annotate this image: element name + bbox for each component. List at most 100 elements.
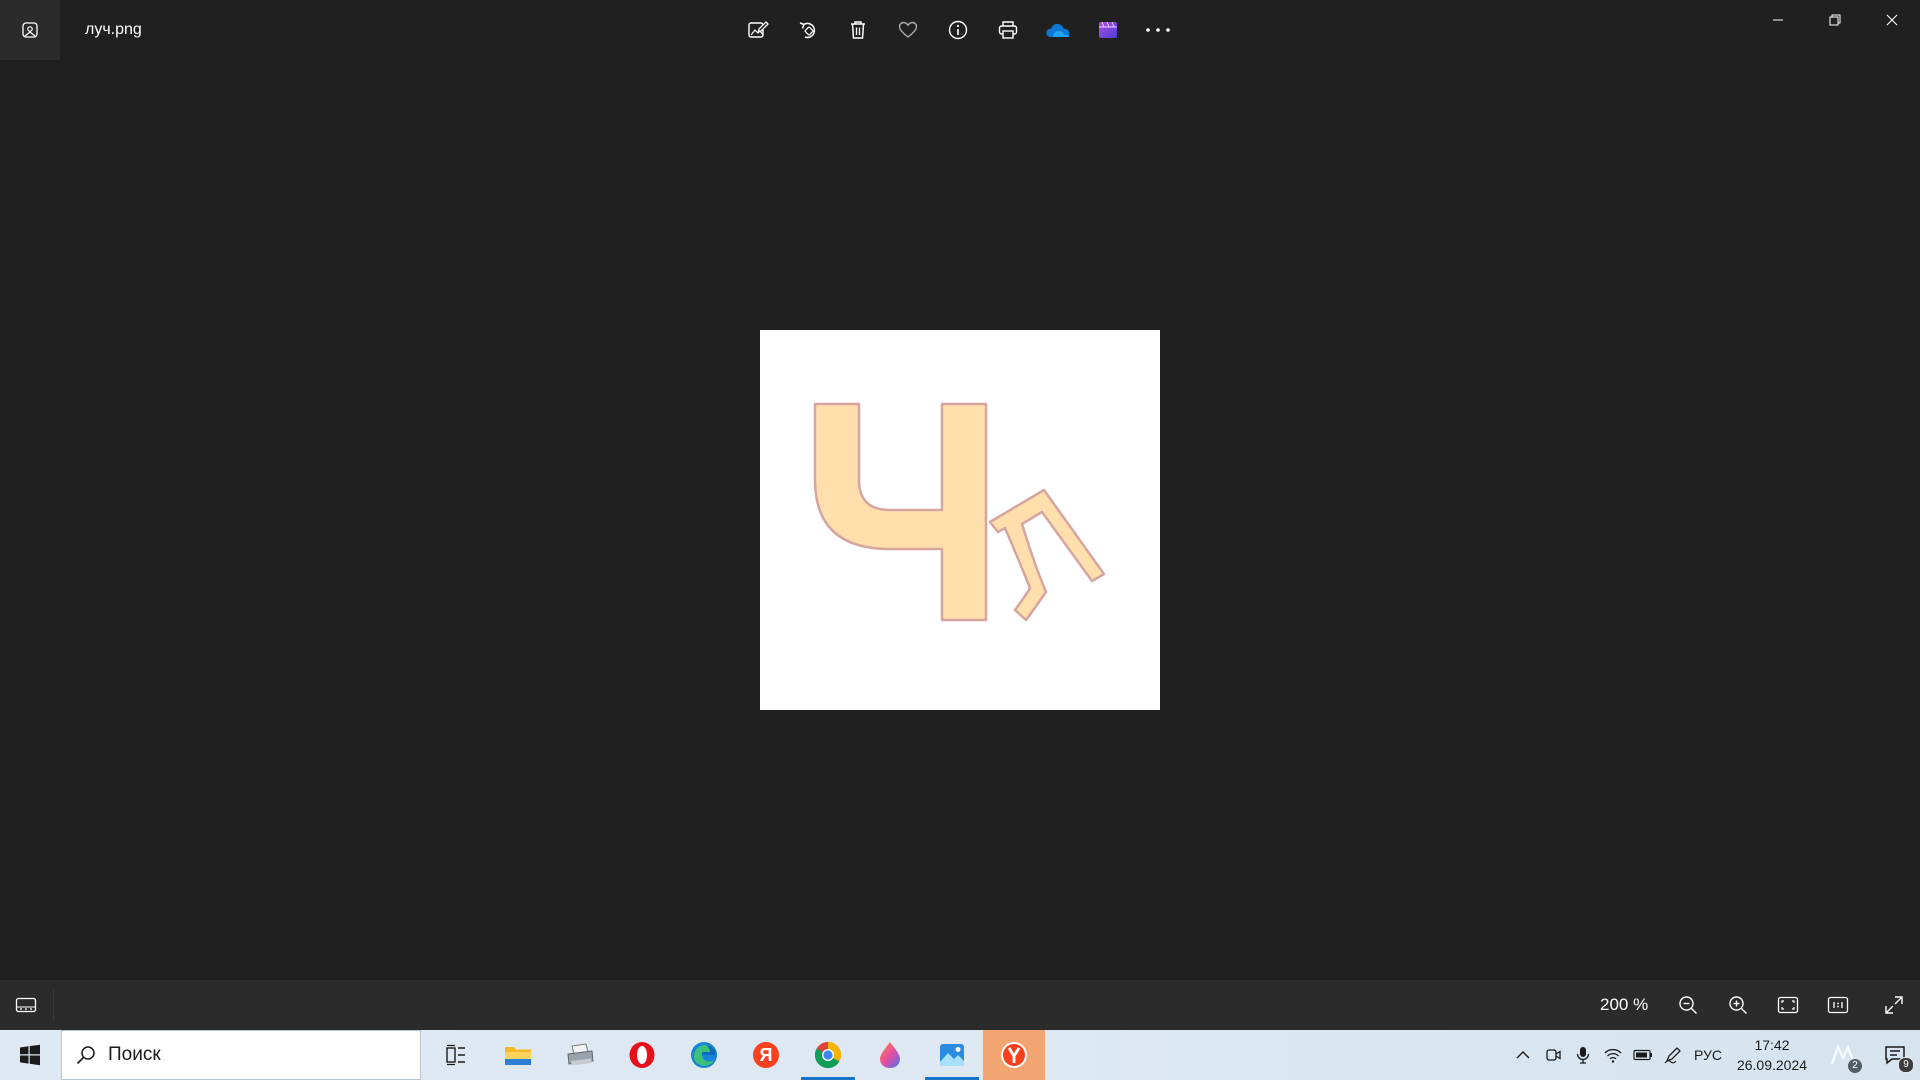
displayed-image[interactable]: [760, 330, 1160, 710]
delete-button[interactable]: [838, 10, 878, 50]
window-controls: [1749, 0, 1920, 40]
edge-button[interactable]: [673, 1030, 735, 1080]
task-view-icon: [446, 1044, 465, 1066]
camera-icon: [1546, 1049, 1561, 1061]
filmstrip-icon: [15, 997, 37, 1013]
more-icon: [1146, 28, 1170, 32]
yandex-button[interactable]: Я: [735, 1030, 797, 1080]
restore-button[interactable]: [1806, 0, 1863, 40]
actual-size-button[interactable]: [1818, 985, 1858, 1025]
search-input[interactable]: [106, 1043, 390, 1067]
zoom-out-icon: [1679, 996, 1698, 1015]
microphone-tray-button[interactable]: [1568, 1030, 1598, 1080]
close-icon: [1886, 14, 1897, 26]
clock[interactable]: 17:42 26.09.2024: [1732, 1035, 1812, 1075]
task-view-button[interactable]: [425, 1030, 487, 1080]
clock-date: 26.09.2024: [1736, 1057, 1808, 1073]
yandex-browser-button[interactable]: [983, 1030, 1045, 1080]
delete-icon: [851, 21, 865, 39]
system-tray: РУС 17:42 26.09.2024 2 9: [1508, 1030, 1920, 1080]
close-button[interactable]: [1863, 0, 1920, 40]
zoom-controls: [1668, 985, 1868, 1025]
title-bar: луч.png: [0, 0, 1920, 60]
restore-icon: [1829, 14, 1840, 26]
edge-icon: [691, 1042, 717, 1068]
clock-time: 17:42: [1754, 1037, 1790, 1053]
print-button[interactable]: [988, 10, 1028, 50]
more-options-button[interactable]: [1138, 10, 1178, 50]
minimize-icon: [1772, 19, 1783, 21]
windows-logo-icon: [20, 1044, 40, 1066]
chrome-icon: [814, 1041, 842, 1069]
printer-app-icon: [567, 1043, 594, 1066]
chrome-button[interactable]: [797, 1030, 859, 1080]
printer-app-button[interactable]: [549, 1030, 611, 1080]
glyph-che: [813, 402, 988, 622]
info-button[interactable]: [938, 10, 978, 50]
rotate-button[interactable]: [788, 10, 828, 50]
back-to-gallery-button[interactable]: [0, 0, 60, 60]
zoom-in-button[interactable]: [1718, 985, 1758, 1025]
zoom-out-button[interactable]: [1668, 985, 1708, 1025]
battery-icon: [1633, 1049, 1652, 1061]
yandex-browser-icon: [1001, 1042, 1027, 1068]
fit-icon: [1777, 996, 1799, 1014]
meet-now-button[interactable]: 2: [1820, 1030, 1870, 1080]
photos-icon: [940, 1044, 964, 1066]
status-bar: 200 %: [0, 980, 1920, 1030]
info-icon: [948, 20, 968, 40]
taskbar: Я: [0, 1030, 1920, 1080]
pinned-apps: Я: [425, 1030, 1045, 1080]
minimize-button[interactable]: [1749, 0, 1806, 40]
expand-icon: [1885, 996, 1903, 1014]
zoom-in-icon: [1729, 996, 1748, 1015]
input-language[interactable]: РУС: [1694, 1047, 1722, 1063]
edit-image-button[interactable]: [738, 10, 778, 50]
fit-to-window-button[interactable]: [1768, 985, 1808, 1025]
onedrive-icon: [1046, 23, 1070, 37]
camera-tray-button[interactable]: [1538, 1030, 1568, 1080]
pen-icon: [1664, 1047, 1681, 1064]
start-button[interactable]: [0, 1030, 60, 1080]
taskbar-search[interactable]: [61, 1030, 421, 1080]
svg-text:Я: Я: [760, 1045, 773, 1065]
file-name: луч.png: [85, 21, 142, 38]
battery-tray-button[interactable]: [1628, 1030, 1658, 1080]
clipchamp-icon: [1099, 21, 1117, 38]
file-explorer-icon: [505, 1047, 531, 1065]
clipchamp-button[interactable]: [1088, 10, 1128, 50]
paint-drop-button[interactable]: [859, 1030, 921, 1080]
notification-badge: 9: [1898, 1057, 1914, 1073]
favorite-button[interactable]: [888, 10, 928, 50]
photos-app-window: луч.png 200 % Поиск Я РУС 17:42 26.09.20…: [0, 0, 1920, 1080]
rotate-icon: [799, 22, 816, 39]
filmstrip-button[interactable]: [6, 985, 46, 1025]
edit-icon: [748, 21, 769, 38]
search-icon: [76, 1046, 95, 1065]
zoom-level: 200 %: [1600, 995, 1649, 1014]
notifications-button[interactable]: 9: [1870, 1030, 1920, 1080]
chevron-up-icon: [1516, 1051, 1530, 1059]
glyph-small: [988, 488, 1106, 622]
favorite-icon: [898, 21, 918, 38]
pen-tray-button[interactable]: [1658, 1030, 1688, 1080]
microphone-icon: [1576, 1047, 1590, 1064]
gallery-icon: [22, 22, 38, 38]
status-divider: [53, 990, 54, 1020]
network-tray-button[interactable]: [1598, 1030, 1628, 1080]
photos-button[interactable]: [921, 1030, 983, 1080]
meet-badge: 2: [1848, 1059, 1862, 1073]
show-hidden-icons-button[interactable]: [1508, 1030, 1538, 1080]
opera-button[interactable]: [611, 1030, 673, 1080]
yandex-icon: Я: [753, 1042, 779, 1068]
print-icon: [998, 21, 1018, 39]
actual-size-icon: [1827, 996, 1849, 1014]
wifi-icon: [1604, 1048, 1622, 1063]
image-viewer[interactable]: [0, 60, 1920, 980]
onedrive-button[interactable]: [1038, 10, 1078, 50]
glyph-artwork: [813, 402, 1106, 622]
file-explorer-button[interactable]: [487, 1030, 549, 1080]
paint-drop-icon: [880, 1042, 900, 1068]
fullscreen-button[interactable]: [1874, 985, 1914, 1025]
toolbar: [738, 10, 1178, 50]
